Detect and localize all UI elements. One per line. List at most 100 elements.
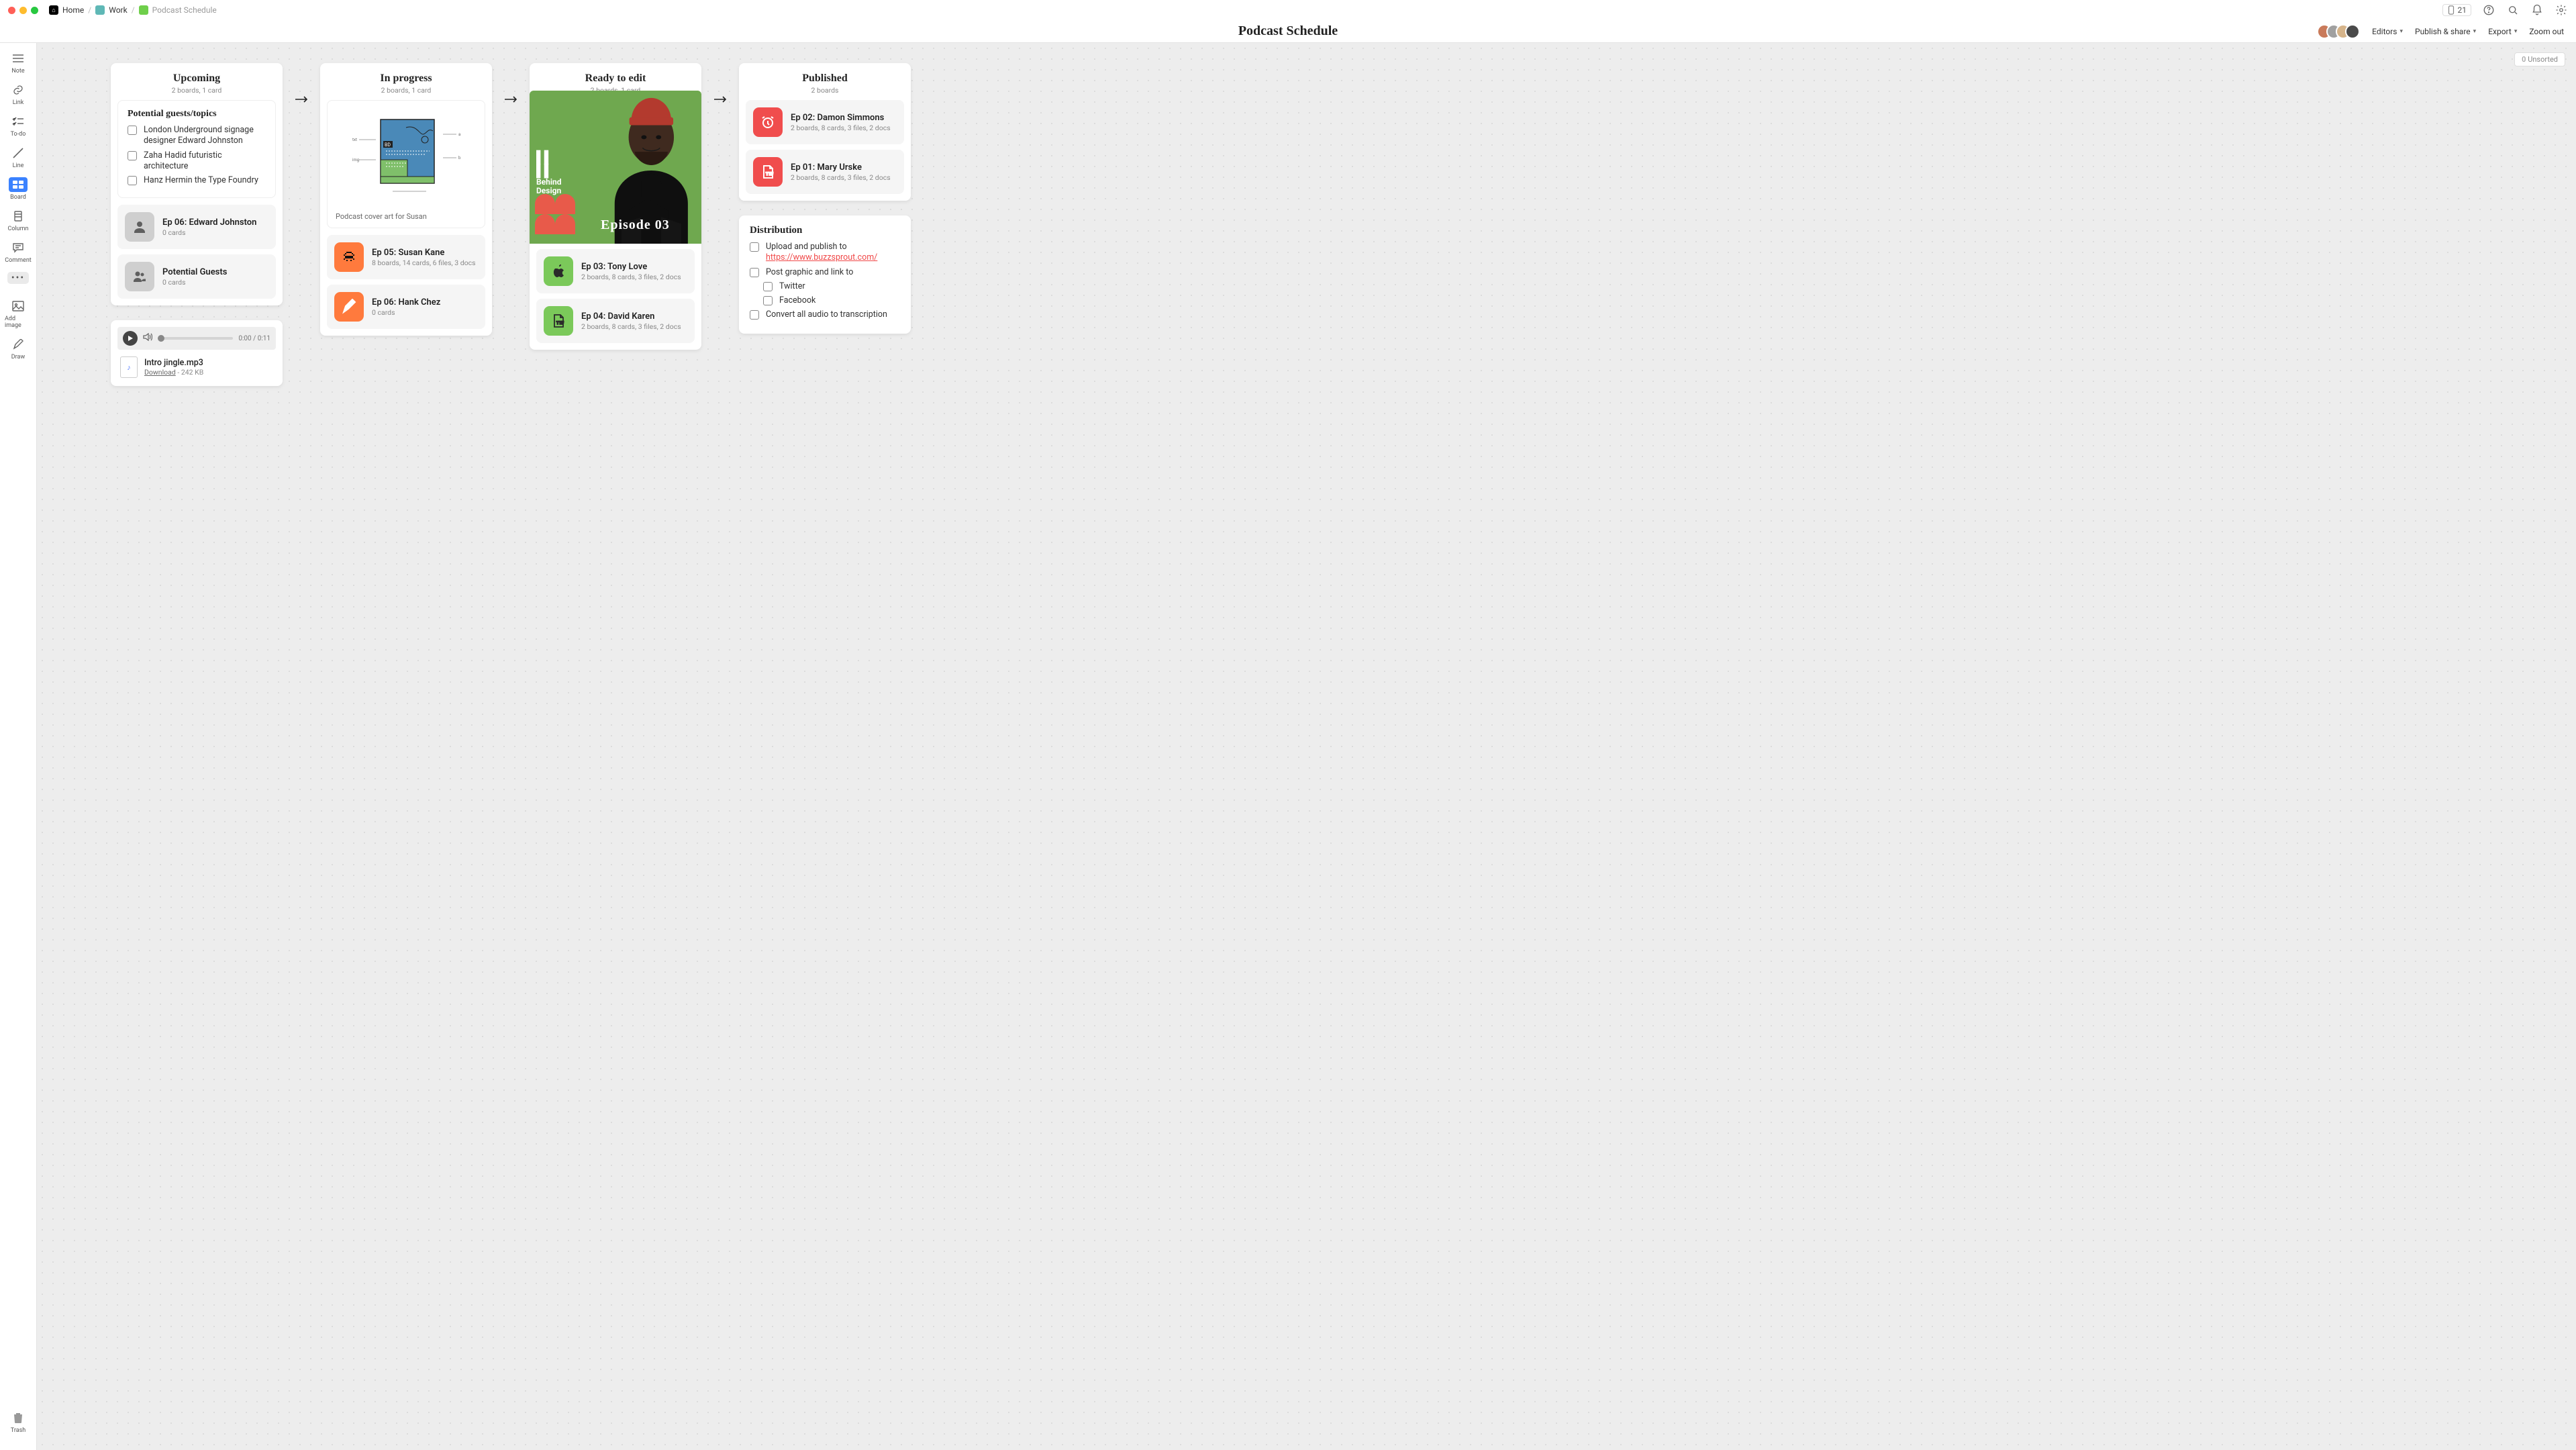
- buzzsprout-link[interactable]: https://www.buzzsprout.com/: [766, 252, 877, 262]
- todo-item[interactable]: London Underground signage designer Edwa…: [128, 125, 266, 147]
- tool-line[interactable]: Line: [5, 146, 32, 169]
- file-name: Intro jingle.mp3: [144, 358, 203, 368]
- board-title: Ep 06: Hank Chez: [372, 297, 440, 307]
- device-count-badge[interactable]: 21: [2442, 4, 2472, 16]
- phone-icon: [2447, 5, 2455, 15]
- breadcrumb-page[interactable]: Podcast Schedule: [152, 5, 217, 15]
- board-subtitle: 2 boards, 8 cards, 3 files, 2 docs: [581, 322, 681, 331]
- tool-trash[interactable]: Trash: [5, 1410, 32, 1434]
- board-card[interactable]: Ep 06: Hank Chez0 cards: [327, 285, 485, 329]
- collaborator-avatars[interactable]: [2322, 24, 2360, 39]
- volume-icon[interactable]: [143, 333, 152, 344]
- image-icon: [9, 299, 28, 313]
- tool-more[interactable]: •••: [5, 272, 32, 284]
- publish-dropdown[interactable]: Publish & share▾: [2415, 27, 2476, 36]
- tool-link[interactable]: Link: [5, 83, 32, 106]
- todo-item[interactable]: Hanz Hermin the Type Foundry: [128, 175, 266, 186]
- board-card[interactable]: Potential Guests0 cards: [117, 254, 276, 299]
- card-distribution[interactable]: Distribution Upload and publish to https…: [739, 215, 911, 334]
- todo-item[interactable]: Upload and publish to https://www.buzzsp…: [750, 242, 900, 264]
- folder-icon[interactable]: [139, 5, 148, 15]
- svg-text:txt: txt: [352, 138, 357, 142]
- todo-item[interactable]: Zaha Hadid futuristic architecture: [128, 150, 266, 173]
- tool-add-image[interactable]: Add image: [5, 299, 32, 329]
- todo-item[interactable]: Twitter: [763, 281, 900, 292]
- file-icon: TTF: [544, 306, 573, 336]
- board-card[interactable]: Ep 03: Tony Love2 boards, 8 cards, 3 fil…: [536, 249, 695, 293]
- board-title: Ep 05: Susan Kane: [372, 248, 476, 258]
- column-subtitle: 2 boards, 1 card: [327, 86, 485, 95]
- breadcrumb-work[interactable]: Work: [109, 5, 127, 15]
- page-header: Podcast Schedule Editors▾ Publish & shar…: [0, 20, 2576, 43]
- todo-item[interactable]: Convert all audio to transcription: [750, 309, 900, 320]
- file-size: 242 KB: [181, 368, 203, 377]
- checkbox-icon[interactable]: [750, 268, 759, 277]
- arrow-icon: [503, 95, 519, 103]
- checkbox-icon[interactable]: [750, 310, 759, 320]
- tool-note[interactable]: Note: [5, 51, 32, 75]
- export-dropdown[interactable]: Export▾: [2488, 27, 2517, 36]
- checkbox-icon[interactable]: [128, 176, 137, 185]
- board-card[interactable]: Ep 05: Susan Kane8 boards, 14 cards, 6 f…: [327, 235, 485, 279]
- tool-comment[interactable]: Comment: [5, 240, 32, 264]
- apple-icon: [544, 256, 573, 286]
- tool-draw[interactable]: Draw: [5, 337, 32, 360]
- board-subtitle: 0 cards: [162, 278, 227, 287]
- board-title: Ep 04: David Karen: [581, 311, 681, 322]
- minimize-window-icon[interactable]: [19, 7, 27, 14]
- gear-icon[interactable]: [2555, 3, 2568, 17]
- home-icon[interactable]: ⌂: [49, 5, 58, 15]
- episode-cover[interactable]: ▌▌▌▌ Behind Design: [530, 91, 701, 244]
- editors-dropdown[interactable]: Editors▾: [2372, 27, 2403, 36]
- board-card[interactable]: TTF Ep 04: David Karen2 boards, 8 cards,…: [536, 299, 695, 343]
- audio-card[interactable]: 0:00 / 0:11 ♪ Intro jingle.mp3 Download …: [111, 320, 283, 386]
- card-potential-guests[interactable]: Potential guests/topics London Undergrou…: [117, 100, 276, 198]
- column-published[interactable]: Published 2 boards Ep 02: Damon Simmons2…: [739, 63, 911, 201]
- board-card[interactable]: TTF Ep 01: Mary Urske2 boards, 8 cards, …: [746, 150, 904, 194]
- help-icon[interactable]: [2482, 3, 2495, 17]
- todo-item[interactable]: Post graphic and link to: [750, 267, 900, 278]
- bell-icon[interactable]: [2530, 3, 2544, 17]
- note-icon: [9, 51, 28, 66]
- card-title: Potential guests/topics: [128, 109, 266, 119]
- download-link[interactable]: Download: [144, 368, 176, 377]
- board-card[interactable]: Ep 06: Edward Johnston0 cards: [117, 205, 276, 249]
- avatar[interactable]: [2345, 24, 2360, 39]
- checkbox-icon[interactable]: [128, 151, 137, 160]
- users-icon: [125, 262, 154, 291]
- search-icon[interactable]: [2506, 3, 2520, 17]
- todo-item[interactable]: Facebook: [763, 295, 900, 306]
- zoom-out-button[interactable]: Zoom out: [2529, 27, 2564, 36]
- checkbox-icon[interactable]: [763, 296, 773, 305]
- close-window-icon[interactable]: [8, 7, 15, 14]
- folder-icon[interactable]: [95, 5, 105, 15]
- svg-text:BD: BD: [385, 142, 391, 148]
- tool-todo[interactable]: To-do: [5, 114, 32, 138]
- svg-text:img: img: [352, 158, 359, 162]
- checkbox-icon[interactable]: [750, 242, 759, 252]
- board-subtitle: 2 boards, 8 cards, 3 files, 2 docs: [791, 124, 891, 132]
- todo-icon: [9, 114, 28, 129]
- column-in-progress[interactable]: In progress 2 boards, 1 card BD: [320, 63, 492, 336]
- column-ready[interactable]: Ready to edit 2 boards, 1 card: [530, 63, 701, 350]
- board-card[interactable]: Ep 02: Damon Simmons2 boards, 8 cards, 3…: [746, 100, 904, 144]
- column-upcoming[interactable]: Upcoming 2 boards, 1 card Potential gues…: [111, 63, 283, 305]
- maximize-window-icon[interactable]: [31, 7, 38, 14]
- brand-badge: ▌▌▌▌ Behind Design: [536, 151, 562, 195]
- play-button[interactable]: [123, 331, 138, 346]
- window-controls[interactable]: [8, 7, 38, 14]
- checkbox-icon[interactable]: [763, 282, 773, 291]
- tool-board[interactable]: Board: [5, 177, 32, 201]
- board-icon: [9, 177, 28, 192]
- breadcrumb-home[interactable]: Home: [62, 5, 84, 15]
- tool-column[interactable]: Column: [5, 209, 32, 232]
- canvas[interactable]: 0 Unsorted Upcoming 2 boards, 1 card Pot…: [37, 43, 2576, 1450]
- board-subtitle: 8 boards, 14 cards, 6 files, 3 docs: [372, 258, 476, 267]
- checkbox-icon[interactable]: [128, 126, 137, 135]
- image-card[interactable]: BD txt img a b: [327, 100, 485, 228]
- audio-progress[interactable]: [158, 337, 233, 340]
- user-icon: [125, 212, 154, 242]
- pencil-icon: [334, 292, 364, 322]
- board-title: Ep 02: Damon Simmons: [791, 113, 891, 123]
- unsorted-badge[interactable]: 0 Unsorted: [2514, 52, 2565, 66]
